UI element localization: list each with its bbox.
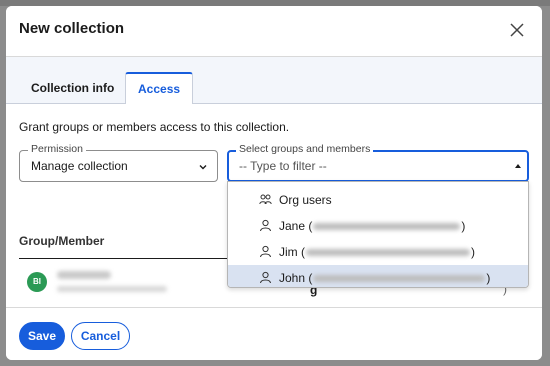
redacted-email bbox=[313, 223, 461, 231]
dialog-footer: Save Cancel bbox=[6, 307, 542, 360]
list-item[interactable]: Jane () bbox=[228, 213, 528, 239]
user-icon bbox=[260, 271, 271, 284]
avatar: BI bbox=[27, 272, 47, 292]
redacted-name bbox=[57, 271, 111, 279]
list-item-selected[interactable]: John () bbox=[228, 265, 528, 287]
option-label: Jim () bbox=[279, 245, 475, 259]
tab-access[interactable]: Access bbox=[125, 72, 194, 104]
close-icon[interactable] bbox=[508, 21, 526, 39]
group-icon bbox=[259, 194, 272, 205]
redacted-email bbox=[313, 275, 486, 283]
user-icon bbox=[260, 245, 271, 258]
table-row: BI bbox=[19, 268, 229, 298]
tabs-bar: Collection info Access bbox=[6, 57, 542, 104]
list-item[interactable]: Jim () bbox=[228, 239, 528, 265]
column-header-group-member: Group/Member bbox=[19, 234, 105, 248]
option-label: Org users bbox=[279, 193, 332, 207]
redacted-email bbox=[57, 286, 167, 292]
cancel-button[interactable]: Cancel bbox=[71, 322, 130, 350]
redacted-email bbox=[306, 249, 470, 257]
permission-select[interactable]: Permission Manage collection bbox=[19, 143, 218, 182]
user-icon bbox=[260, 219, 271, 232]
chevron-down-icon bbox=[199, 165, 207, 170]
dialog-title: New collection bbox=[19, 20, 125, 37]
permission-value: Manage collection bbox=[31, 159, 128, 173]
groups-members-listbox: Org users Jane () Jim () John () bbox=[227, 181, 529, 288]
filter-placeholder[interactable]: -- Type to filter -- bbox=[239, 159, 327, 173]
dialog-header: New collection bbox=[6, 6, 542, 57]
permission-label: Permission bbox=[28, 143, 86, 155]
groups-members-label: Select groups and members bbox=[236, 143, 374, 155]
save-button[interactable]: Save bbox=[19, 322, 65, 350]
access-intro-text: Grant groups or members access to this c… bbox=[19, 120, 290, 134]
caret-up-icon bbox=[515, 164, 521, 168]
option-label: John () bbox=[279, 271, 491, 285]
new-collection-dialog: New collection Collection info Access Gr… bbox=[6, 6, 542, 360]
groups-members-input[interactable]: Select groups and members -- Type to fil… bbox=[227, 143, 529, 182]
option-label: Jane () bbox=[279, 219, 466, 233]
table-divider bbox=[19, 258, 234, 259]
tab-collection-info[interactable]: Collection info bbox=[19, 73, 126, 103]
list-item[interactable]: Org users bbox=[228, 187, 528, 213]
